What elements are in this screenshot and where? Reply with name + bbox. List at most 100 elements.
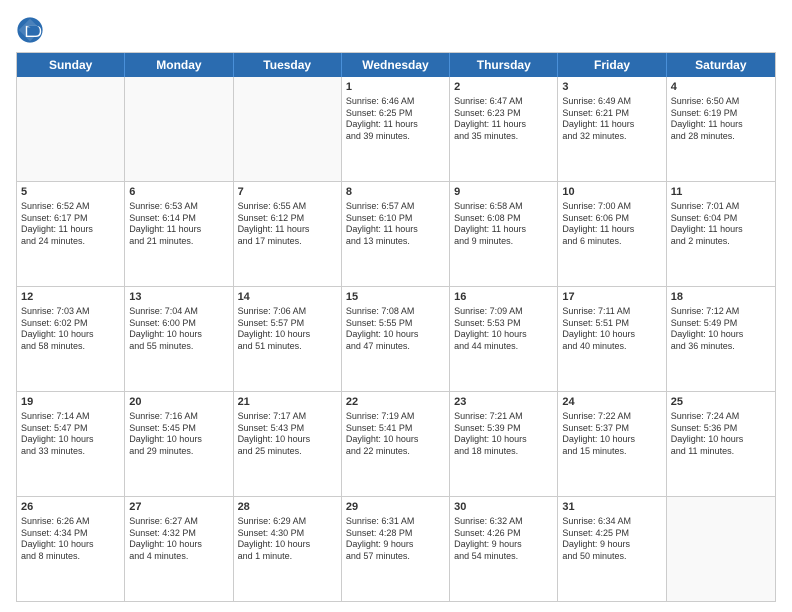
weekday-header-thursday: Thursday (450, 53, 558, 77)
calendar-cell-5: 5Sunrise: 6:52 AM Sunset: 6:17 PM Daylig… (17, 182, 125, 286)
calendar-cell-empty (667, 497, 775, 601)
calendar-cell-17: 17Sunrise: 7:11 AM Sunset: 5:51 PM Dayli… (558, 287, 666, 391)
logo (16, 16, 48, 44)
day-number: 29 (346, 500, 445, 515)
calendar-cell-16: 16Sunrise: 7:09 AM Sunset: 5:53 PM Dayli… (450, 287, 558, 391)
day-number: 13 (129, 290, 228, 305)
day-number: 31 (562, 500, 661, 515)
cell-text: Sunrise: 6:34 AM Sunset: 4:25 PM Dayligh… (562, 516, 661, 563)
calendar-cell-20: 20Sunrise: 7:16 AM Sunset: 5:45 PM Dayli… (125, 392, 233, 496)
weekday-header-saturday: Saturday (667, 53, 775, 77)
cell-text: Sunrise: 6:58 AM Sunset: 6:08 PM Dayligh… (454, 201, 553, 248)
calendar-cell-22: 22Sunrise: 7:19 AM Sunset: 5:41 PM Dayli… (342, 392, 450, 496)
calendar-cell-13: 13Sunrise: 7:04 AM Sunset: 6:00 PM Dayli… (125, 287, 233, 391)
day-number: 6 (129, 185, 228, 200)
cell-text: Sunrise: 7:16 AM Sunset: 5:45 PM Dayligh… (129, 411, 228, 458)
cell-text: Sunrise: 7:08 AM Sunset: 5:55 PM Dayligh… (346, 306, 445, 353)
day-number: 10 (562, 185, 661, 200)
cell-text: Sunrise: 7:11 AM Sunset: 5:51 PM Dayligh… (562, 306, 661, 353)
day-number: 19 (21, 395, 120, 410)
cell-text: Sunrise: 7:03 AM Sunset: 6:02 PM Dayligh… (21, 306, 120, 353)
day-number: 22 (346, 395, 445, 410)
weekday-header-monday: Monday (125, 53, 233, 77)
day-number: 11 (671, 185, 771, 200)
day-number: 15 (346, 290, 445, 305)
day-number: 21 (238, 395, 337, 410)
cell-text: Sunrise: 6:46 AM Sunset: 6:25 PM Dayligh… (346, 96, 445, 143)
day-number: 12 (21, 290, 120, 305)
cell-text: Sunrise: 6:55 AM Sunset: 6:12 PM Dayligh… (238, 201, 337, 248)
day-number: 28 (238, 500, 337, 515)
calendar-row-1: 1Sunrise: 6:46 AM Sunset: 6:25 PM Daylig… (17, 77, 775, 182)
cell-text: Sunrise: 6:27 AM Sunset: 4:32 PM Dayligh… (129, 516, 228, 563)
cell-text: Sunrise: 7:17 AM Sunset: 5:43 PM Dayligh… (238, 411, 337, 458)
day-number: 24 (562, 395, 661, 410)
calendar-row-4: 19Sunrise: 7:14 AM Sunset: 5:47 PM Dayli… (17, 392, 775, 497)
calendar-cell-24: 24Sunrise: 7:22 AM Sunset: 5:37 PM Dayli… (558, 392, 666, 496)
calendar-cell-11: 11Sunrise: 7:01 AM Sunset: 6:04 PM Dayli… (667, 182, 775, 286)
calendar-cell-29: 29Sunrise: 6:31 AM Sunset: 4:28 PM Dayli… (342, 497, 450, 601)
cell-text: Sunrise: 7:21 AM Sunset: 5:39 PM Dayligh… (454, 411, 553, 458)
cell-text: Sunrise: 6:32 AM Sunset: 4:26 PM Dayligh… (454, 516, 553, 563)
cell-text: Sunrise: 6:29 AM Sunset: 4:30 PM Dayligh… (238, 516, 337, 563)
cell-text: Sunrise: 6:53 AM Sunset: 6:14 PM Dayligh… (129, 201, 228, 248)
cell-text: Sunrise: 7:24 AM Sunset: 5:36 PM Dayligh… (671, 411, 771, 458)
calendar-cell-21: 21Sunrise: 7:17 AM Sunset: 5:43 PM Dayli… (234, 392, 342, 496)
weekday-header-tuesday: Tuesday (234, 53, 342, 77)
calendar-cell-3: 3Sunrise: 6:49 AM Sunset: 6:21 PM Daylig… (558, 77, 666, 181)
calendar-cell-10: 10Sunrise: 7:00 AM Sunset: 6:06 PM Dayli… (558, 182, 666, 286)
calendar-container: SundayMondayTuesdayWednesdayThursdayFrid… (0, 0, 792, 612)
calendar-cell-31: 31Sunrise: 6:34 AM Sunset: 4:25 PM Dayli… (558, 497, 666, 601)
calendar-cell-27: 27Sunrise: 6:27 AM Sunset: 4:32 PM Dayli… (125, 497, 233, 601)
calendar-cell-30: 30Sunrise: 6:32 AM Sunset: 4:26 PM Dayli… (450, 497, 558, 601)
day-number: 8 (346, 185, 445, 200)
day-number: 23 (454, 395, 553, 410)
calendar-cell-2: 2Sunrise: 6:47 AM Sunset: 6:23 PM Daylig… (450, 77, 558, 181)
cell-text: Sunrise: 7:19 AM Sunset: 5:41 PM Dayligh… (346, 411, 445, 458)
cell-text: Sunrise: 7:06 AM Sunset: 5:57 PM Dayligh… (238, 306, 337, 353)
calendar-body: 1Sunrise: 6:46 AM Sunset: 6:25 PM Daylig… (17, 77, 775, 601)
day-number: 30 (454, 500, 553, 515)
calendar-cell-8: 8Sunrise: 6:57 AM Sunset: 6:10 PM Daylig… (342, 182, 450, 286)
cell-text: Sunrise: 7:14 AM Sunset: 5:47 PM Dayligh… (21, 411, 120, 458)
calendar-cell-4: 4Sunrise: 6:50 AM Sunset: 6:19 PM Daylig… (667, 77, 775, 181)
day-number: 5 (21, 185, 120, 200)
calendar: SundayMondayTuesdayWednesdayThursdayFrid… (16, 52, 776, 602)
calendar-cell-6: 6Sunrise: 6:53 AM Sunset: 6:14 PM Daylig… (125, 182, 233, 286)
calendar-header: SundayMondayTuesdayWednesdayThursdayFrid… (17, 53, 775, 77)
day-number: 9 (454, 185, 553, 200)
calendar-cell-7: 7Sunrise: 6:55 AM Sunset: 6:12 PM Daylig… (234, 182, 342, 286)
cell-text: Sunrise: 7:01 AM Sunset: 6:04 PM Dayligh… (671, 201, 771, 248)
day-number: 1 (346, 80, 445, 95)
cell-text: Sunrise: 6:47 AM Sunset: 6:23 PM Dayligh… (454, 96, 553, 143)
day-number: 3 (562, 80, 661, 95)
logo-icon (16, 16, 44, 44)
day-number: 17 (562, 290, 661, 305)
cell-text: Sunrise: 6:31 AM Sunset: 4:28 PM Dayligh… (346, 516, 445, 563)
calendar-cell-23: 23Sunrise: 7:21 AM Sunset: 5:39 PM Dayli… (450, 392, 558, 496)
weekday-header-wednesday: Wednesday (342, 53, 450, 77)
day-number: 4 (671, 80, 771, 95)
calendar-cell-12: 12Sunrise: 7:03 AM Sunset: 6:02 PM Dayli… (17, 287, 125, 391)
calendar-cell-1: 1Sunrise: 6:46 AM Sunset: 6:25 PM Daylig… (342, 77, 450, 181)
calendar-cell-9: 9Sunrise: 6:58 AM Sunset: 6:08 PM Daylig… (450, 182, 558, 286)
cell-text: Sunrise: 6:50 AM Sunset: 6:19 PM Dayligh… (671, 96, 771, 143)
calendar-cell-14: 14Sunrise: 7:06 AM Sunset: 5:57 PM Dayli… (234, 287, 342, 391)
cell-text: Sunrise: 6:52 AM Sunset: 6:17 PM Dayligh… (21, 201, 120, 248)
calendar-row-5: 26Sunrise: 6:26 AM Sunset: 4:34 PM Dayli… (17, 497, 775, 601)
day-number: 20 (129, 395, 228, 410)
calendar-row-3: 12Sunrise: 7:03 AM Sunset: 6:02 PM Dayli… (17, 287, 775, 392)
calendar-cell-empty (125, 77, 233, 181)
cell-text: Sunrise: 7:00 AM Sunset: 6:06 PM Dayligh… (562, 201, 661, 248)
cell-text: Sunrise: 6:26 AM Sunset: 4:34 PM Dayligh… (21, 516, 120, 563)
calendar-cell-28: 28Sunrise: 6:29 AM Sunset: 4:30 PM Dayli… (234, 497, 342, 601)
cell-text: Sunrise: 6:49 AM Sunset: 6:21 PM Dayligh… (562, 96, 661, 143)
cell-text: Sunrise: 7:09 AM Sunset: 5:53 PM Dayligh… (454, 306, 553, 353)
header (16, 16, 776, 44)
calendar-cell-empty (17, 77, 125, 181)
calendar-cell-25: 25Sunrise: 7:24 AM Sunset: 5:36 PM Dayli… (667, 392, 775, 496)
weekday-header-sunday: Sunday (17, 53, 125, 77)
cell-text: Sunrise: 6:57 AM Sunset: 6:10 PM Dayligh… (346, 201, 445, 248)
calendar-cell-19: 19Sunrise: 7:14 AM Sunset: 5:47 PM Dayli… (17, 392, 125, 496)
weekday-header-friday: Friday (558, 53, 666, 77)
